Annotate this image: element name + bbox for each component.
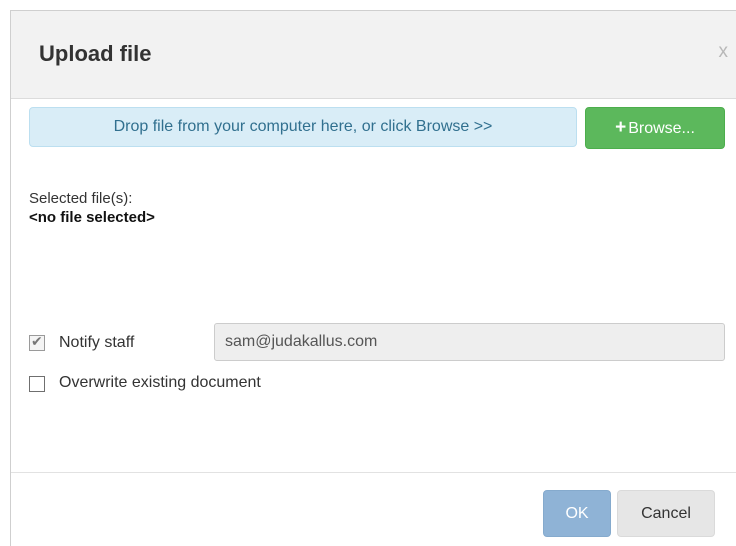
dialog-title: Upload file xyxy=(39,41,152,66)
browse-button[interactable]: + Browse... xyxy=(585,107,725,149)
notify-staff-label[interactable]: Notify staff xyxy=(59,334,134,352)
notify-email-field[interactable] xyxy=(214,323,725,361)
file-dropzone[interactable]: Drop file from your computer here, or cl… xyxy=(29,107,577,147)
selected-files-value: <no file selected> xyxy=(29,209,155,226)
dialog-header: Upload file x xyxy=(11,11,736,99)
ok-button[interactable]: OK xyxy=(543,490,611,537)
notify-staff-checkbox[interactable]: ✔ xyxy=(29,333,45,351)
selected-files-label: Selected file(s): xyxy=(29,190,133,207)
cancel-button[interactable]: Cancel xyxy=(617,490,715,537)
footer-divider xyxy=(11,472,736,473)
close-icon[interactable]: x xyxy=(719,41,729,63)
checkmark-icon: ✔ xyxy=(31,333,43,349)
overwrite-document-label[interactable]: Overwrite existing document xyxy=(59,374,261,392)
upload-dialog: Upload file x Drop file from your comput… xyxy=(10,10,736,546)
browse-button-label: Browse... xyxy=(628,120,695,137)
overwrite-document-checkbox[interactable] xyxy=(29,376,45,392)
plus-icon: + xyxy=(615,117,627,138)
